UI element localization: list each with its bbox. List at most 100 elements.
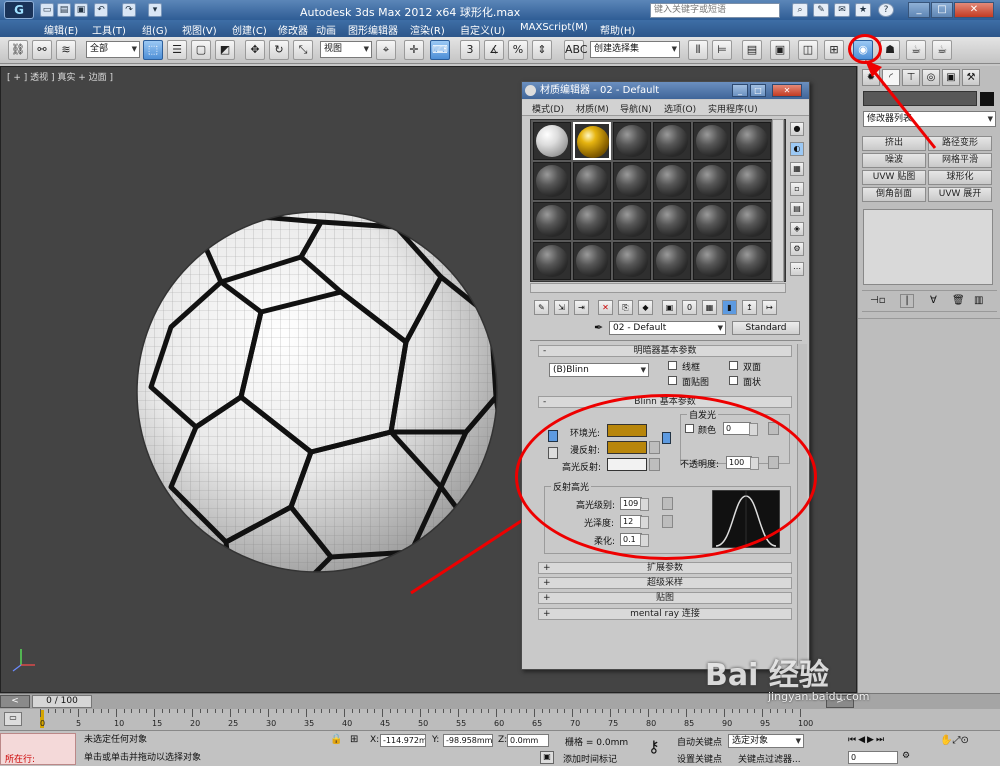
key-icon[interactable]: ⚷: [648, 737, 660, 756]
binoculars-icon[interactable]: ⌕: [792, 3, 808, 17]
sample-slot-20[interactable]: [573, 242, 611, 280]
menu-graph-editors[interactable]: 图形编辑器: [348, 22, 398, 37]
me-minimize-button[interactable]: _: [732, 84, 748, 97]
sample-slot-13[interactable]: [533, 202, 571, 240]
faceted-checkbox[interactable]: [729, 376, 738, 385]
sample-slot-11[interactable]: [693, 162, 731, 200]
spherify-button[interactable]: 球形化: [928, 170, 992, 185]
menu-animation[interactable]: 动画: [316, 22, 336, 37]
me-menu-modes[interactable]: 模式(D): [532, 102, 564, 115]
show-map-in-viewport-icon[interactable]: ▦: [702, 300, 717, 315]
menu-rendering[interactable]: 渲染(R): [410, 22, 445, 37]
remove-modifier-icon[interactable]: 🗑: [952, 295, 965, 306]
sample-slot-23[interactable]: [693, 242, 731, 280]
mental-ray-connection-rollout[interactable]: + mental ray 连接: [538, 608, 792, 620]
mini-curve-editor-icon[interactable]: ▭: [4, 712, 22, 726]
slots-horizontal-scrollbar[interactable]: [530, 283, 786, 293]
align-icon[interactable]: ⊨: [712, 40, 732, 60]
slots-vertical-scrollbar[interactable]: [772, 119, 784, 282]
schematic-view-icon[interactable]: ⊞: [824, 40, 844, 60]
eyedropper-icon[interactable]: ✒: [594, 321, 603, 334]
unwrap-uvw-button[interactable]: UVW 展开: [928, 187, 992, 202]
maximize-button[interactable]: □: [931, 2, 953, 18]
sample-slot-7[interactable]: [533, 162, 571, 200]
communication-icon[interactable]: ✉: [834, 3, 850, 17]
material-type-button[interactable]: Standard: [732, 321, 800, 335]
key-filters-button[interactable]: 关键点过滤器...: [738, 752, 801, 765]
background-icon[interactable]: ▦: [790, 162, 804, 176]
configure-sets-icon[interactable]: ▥: [974, 295, 983, 306]
make-unique-icon[interactable]: ∀: [930, 295, 937, 306]
time-slider-left-arrow[interactable]: <: [0, 695, 30, 708]
me-menu-navigation[interactable]: 导航(N): [620, 102, 652, 115]
sample-slot-12[interactable]: [733, 162, 771, 200]
material-id-channel-icon[interactable]: 0: [682, 300, 697, 315]
sample-slot-3[interactable]: [613, 122, 651, 160]
supersampling-rollout[interactable]: + 超级采样: [538, 577, 792, 589]
make-unique-material-icon[interactable]: ◆: [638, 300, 653, 315]
rotate-icon[interactable]: ↻: [269, 40, 289, 60]
unlink-icon[interactable]: ⚯: [32, 40, 52, 60]
time-config-icon[interactable]: ⚙: [902, 751, 910, 761]
set-key-button[interactable]: 设置关键点: [677, 752, 722, 765]
select-object-icon[interactable]: ⬚: [143, 40, 163, 60]
graphite-tools-icon[interactable]: ▣: [770, 40, 790, 60]
time-tag-icon[interactable]: ▣: [540, 751, 554, 764]
sample-slot-8[interactable]: [573, 162, 611, 200]
close-button[interactable]: ✕: [954, 2, 994, 18]
sample-slot-16[interactable]: [653, 202, 691, 240]
go-forward-sibling-icon[interactable]: ↦: [762, 300, 777, 315]
viewport-nav-controls[interactable]: ✋⤢⊙: [940, 735, 969, 746]
uvw-map-button[interactable]: UVW 贴图: [862, 170, 926, 185]
shader-type-dropdown[interactable]: (B)Blinn: [549, 363, 649, 377]
rectangle-selection-icon[interactable]: ▢: [191, 40, 211, 60]
time-slider-thumb[interactable]: 0 / 100: [32, 695, 92, 708]
link-icon[interactable]: ⛓: [8, 40, 28, 60]
face-map-checkbox[interactable]: [668, 376, 677, 385]
move-icon[interactable]: ✥: [245, 40, 265, 60]
me-menu-options[interactable]: 选项(O): [664, 102, 696, 115]
x-coordinate-field[interactable]: -114.972m: [380, 734, 426, 747]
me-menu-material[interactable]: 材质(M): [576, 102, 609, 115]
me-maximize-button[interactable]: □: [750, 84, 766, 97]
menu-modifiers[interactable]: 修改器: [278, 22, 308, 37]
search-input[interactable]: 键入关键字或短语: [650, 3, 780, 18]
app-logo-icon[interactable]: G: [4, 1, 34, 19]
menu-create[interactable]: 创建(C): [232, 22, 267, 37]
extended-params-rollout[interactable]: + 扩展参数: [538, 562, 792, 574]
me-close-button[interactable]: ✕: [772, 84, 802, 97]
menu-help[interactable]: 帮助(H): [600, 22, 635, 37]
sample-slot-10[interactable]: [653, 162, 691, 200]
menu-maxscript[interactable]: MAXScript(M): [520, 22, 588, 33]
quick-access-dropdown-icon[interactable]: ▾: [148, 3, 162, 17]
video-color-check-icon[interactable]: ▤: [790, 202, 804, 216]
material-name-field[interactable]: 02 - Default: [609, 321, 726, 335]
spinner-snap-icon[interactable]: ⇕: [532, 40, 552, 60]
make-preview-icon[interactable]: ◈: [790, 222, 804, 236]
layer-manager-icon[interactable]: ▤: [742, 40, 762, 60]
subscription-icon[interactable]: ✎: [813, 3, 829, 17]
favorites-icon[interactable]: ★: [855, 3, 871, 17]
reference-coord-dropdown[interactable]: 视图: [320, 41, 372, 58]
sample-slot-18[interactable]: [733, 202, 771, 240]
sample-slot-24[interactable]: [733, 242, 771, 280]
absolute-mode-icon[interactable]: ⊞: [350, 734, 358, 745]
modifier-stack-list[interactable]: [863, 209, 993, 285]
selection-lock-icon[interactable]: 🔒: [330, 734, 342, 745]
wire-checkbox[interactable]: [668, 361, 677, 370]
utilities-tab-icon[interactable]: ⚒: [962, 69, 980, 86]
y-coordinate-field[interactable]: -98.958mm: [443, 734, 493, 747]
save-file-icon[interactable]: ▣: [74, 3, 88, 17]
selected-objects-dropdown[interactable]: 选定对象: [728, 734, 804, 748]
undo-icon[interactable]: ↶: [94, 3, 108, 17]
scale-icon[interactable]: ⤡: [293, 40, 313, 60]
sample-slot-1[interactable]: [533, 122, 571, 160]
named-selection-dropdown[interactable]: 创建选择集: [590, 41, 680, 58]
get-material-icon[interactable]: ✎: [534, 300, 549, 315]
mirror-icon[interactable]: ⫴: [688, 40, 708, 60]
noise-button[interactable]: 噪波: [862, 153, 926, 168]
me-menu-utilities[interactable]: 实用程序(U): [708, 102, 758, 115]
sample-type-icon[interactable]: ●: [790, 122, 804, 136]
current-frame-field[interactable]: 0: [848, 751, 898, 764]
meshsmooth-button[interactable]: 网格平滑: [928, 153, 992, 168]
